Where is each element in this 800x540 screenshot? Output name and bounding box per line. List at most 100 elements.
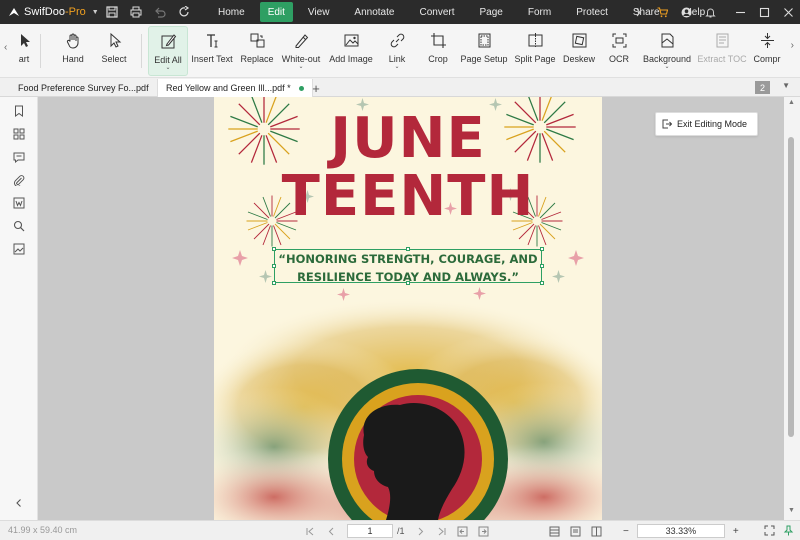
menu-convert[interactable]: Convert: [409, 2, 464, 22]
white-out-dropdown-icon[interactable]: ⌄: [298, 64, 303, 70]
menu-protect[interactable]: Protect: [566, 2, 618, 22]
vertical-scrollbar[interactable]: ▲ ▼: [784, 97, 800, 520]
next-view-icon[interactable]: [478, 526, 489, 537]
scroll-down-icon[interactable]: ▼: [788, 507, 795, 514]
print-icon[interactable]: [124, 0, 148, 24]
compress-button[interactable]: Compr: [752, 26, 782, 76]
edit-all-dropdown-icon[interactable]: ⌄: [165, 65, 170, 71]
tab-red-yellow-green[interactable]: Red Yellow and Green Ill...pdf *: [158, 79, 313, 97]
quick-access-toolbar: [100, 0, 196, 24]
window-controls: [626, 0, 800, 24]
menu-home[interactable]: Home: [208, 2, 255, 22]
edit-all-button[interactable]: Edit All ⌄: [148, 26, 188, 76]
notification-bell-icon[interactable]: [698, 0, 722, 24]
ribbon-separator: [141, 34, 142, 68]
eraser-pen-icon: [290, 29, 312, 51]
scroll-up-icon[interactable]: ▲: [788, 99, 795, 106]
last-page-icon[interactable]: [436, 526, 447, 537]
current-page-input[interactable]: 1: [347, 524, 393, 538]
first-page-icon[interactable]: [305, 526, 316, 537]
crop-button[interactable]: Crop: [425, 26, 451, 76]
fit-page-icon[interactable]: [764, 525, 775, 536]
attachment-icon[interactable]: [13, 174, 25, 187]
zoom-in-button[interactable]: +: [733, 526, 739, 537]
account-icon[interactable]: [674, 0, 698, 24]
menu-edit[interactable]: Edit: [259, 2, 293, 22]
link-button[interactable]: Link ⌄: [385, 26, 409, 76]
ribbon-scroll-right-icon[interactable]: ›: [791, 40, 794, 51]
text-insert-icon: [201, 29, 223, 51]
app-menu-caret-icon[interactable]: ▼: [92, 9, 99, 16]
previous-page-icon[interactable]: [326, 526, 337, 537]
tab-food-preference-survey[interactable]: Food Preference Survey Fo...pdf: [10, 79, 158, 97]
two-page-icon[interactable]: [591, 526, 602, 537]
cart-icon[interactable]: [650, 0, 674, 24]
search-icon[interactable]: [13, 220, 25, 232]
background-button[interactable]: Background ⌄: [643, 26, 691, 76]
save-icon[interactable]: [100, 0, 124, 24]
page-size-label: 41.99 x 59.40 cm: [8, 525, 78, 535]
tab-label: Food Preference Survey Fo...pdf: [18, 83, 149, 93]
extract-toc-button[interactable]: Extract TOC: [697, 26, 747, 76]
select-tool-button[interactable]: art: [12, 26, 36, 76]
quote-text[interactable]: “HONORING STRENGTH, COURAGE, AND RESILIE…: [270, 250, 546, 286]
close-icon[interactable]: [776, 0, 800, 24]
app-edition: -Pro: [64, 6, 86, 18]
comment-icon[interactable]: [13, 151, 25, 164]
zoom-out-button[interactable]: −: [623, 526, 629, 537]
collapse-sidebar-icon[interactable]: [13, 497, 25, 509]
crop-icon: [427, 29, 449, 51]
select-button[interactable]: Select: [97, 26, 131, 76]
replace-icon: [246, 29, 268, 51]
new-tab-button[interactable]: +: [306, 79, 326, 97]
replace-button[interactable]: Replace: [240, 26, 274, 76]
exit-editing-mode-button[interactable]: Exit Editing Mode: [655, 112, 759, 136]
menu-overflow-icon[interactable]: [626, 0, 650, 24]
title-bar: SwifDoo -Pro ▼ Home Edit View Annotate Co…: [0, 0, 800, 24]
scrollbar-thumb[interactable]: [788, 137, 794, 437]
white-out-button[interactable]: White-out ⌄: [280, 26, 322, 76]
tab-list-dropdown-icon[interactable]: ▼: [782, 81, 790, 90]
next-page-icon[interactable]: [415, 526, 426, 537]
menu-view[interactable]: View: [298, 2, 340, 22]
image-panel-icon[interactable]: [13, 243, 25, 255]
thumbnails-icon[interactable]: [13, 128, 25, 140]
hand-tool-button[interactable]: Hand: [56, 26, 90, 76]
app-logo[interactable]: SwifDoo -Pro ▼: [0, 6, 100, 18]
bookmark-icon[interactable]: [13, 105, 25, 117]
add-image-button[interactable]: Add Image: [329, 26, 373, 76]
redo-icon[interactable]: [172, 0, 196, 24]
minimize-icon[interactable]: [728, 0, 752, 24]
split-page-button[interactable]: Split Page: [513, 26, 557, 76]
link-dropdown-icon[interactable]: ⌄: [394, 64, 399, 70]
page-layout-icon[interactable]: [549, 526, 560, 537]
split-page-icon: [524, 29, 546, 51]
menu-annotate[interactable]: Annotate: [344, 2, 404, 22]
insert-text-button[interactable]: Insert Text: [191, 26, 233, 76]
page-setup-icon: [473, 29, 495, 51]
menu-form[interactable]: Form: [518, 2, 561, 22]
tab-count-badge[interactable]: 2: [754, 81, 770, 94]
background-icon: [656, 29, 678, 51]
unsaved-indicator-icon: [298, 85, 304, 91]
previous-view-icon[interactable]: [457, 526, 468, 537]
page-setup-button[interactable]: Page Setup: [460, 26, 508, 76]
ribbon-scroll-left-icon[interactable]: ‹: [4, 42, 7, 53]
document-view[interactable]: JUNE TEENTH “HONORING STRENGTH, COURAGE,…: [38, 97, 784, 520]
zoom-level-input[interactable]: 33.33%: [636, 524, 725, 538]
menu-page[interactable]: Page: [469, 2, 512, 22]
ocr-button[interactable]: OCR: [606, 26, 632, 76]
zoom-controls: − 33.33% +: [623, 524, 739, 538]
deskew-icon: [568, 29, 590, 51]
page-navigation: 1 /1: [305, 524, 602, 538]
deskew-button[interactable]: Deskew: [562, 26, 596, 76]
pdf-page[interactable]: JUNE TEENTH “HONORING STRENGTH, COURAGE,…: [214, 97, 602, 520]
app-name: SwifDoo: [24, 6, 65, 18]
total-pages-label: /1: [397, 526, 405, 536]
word-icon[interactable]: [13, 197, 25, 209]
single-page-icon[interactable]: [570, 526, 581, 537]
undo-icon[interactable]: [148, 0, 172, 24]
maximize-icon[interactable]: [752, 0, 776, 24]
pin-icon[interactable]: [783, 525, 794, 536]
background-dropdown-icon[interactable]: ⌄: [664, 64, 669, 70]
